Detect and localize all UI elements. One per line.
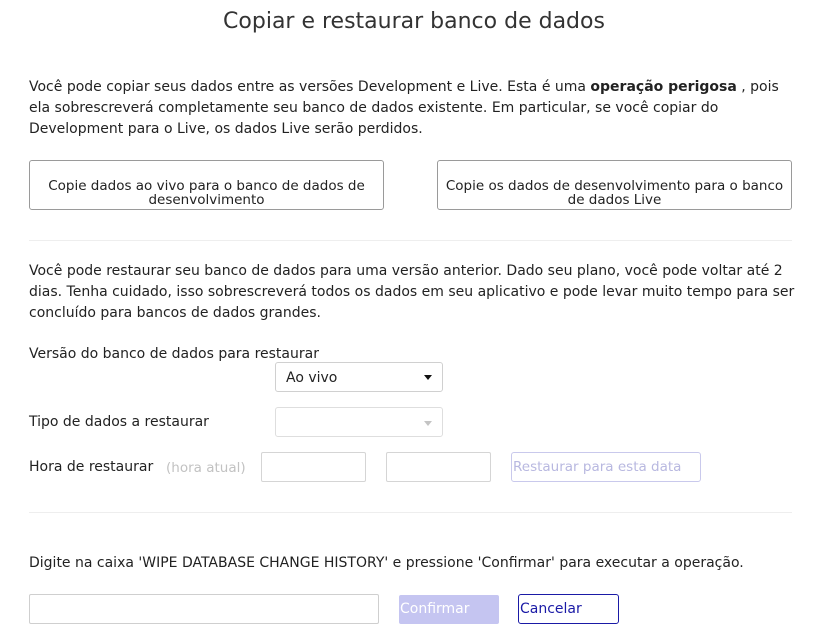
section-divider bbox=[29, 240, 792, 241]
confirmation-input[interactable] bbox=[29, 594, 379, 624]
restore-date-input[interactable] bbox=[261, 452, 366, 482]
restore-to-date-button[interactable]: Restaurar para esta data bbox=[511, 452, 701, 482]
version-select-value: Ao vivo bbox=[286, 370, 338, 386]
version-select[interactable]: Ao vivo bbox=[275, 362, 443, 392]
current-time-hint: (hora atual) bbox=[166, 460, 246, 476]
dangerous-operation-emphasis: operação perigosa bbox=[590, 79, 737, 95]
restore-time-input[interactable] bbox=[386, 452, 491, 482]
version-label: Versão do banco de dados para restaurar bbox=[29, 346, 319, 362]
section-divider bbox=[29, 512, 792, 513]
data-type-select[interactable] bbox=[275, 407, 443, 437]
chevron-down-icon bbox=[424, 421, 432, 426]
chevron-down-icon bbox=[424, 375, 432, 380]
copy-warning-text-start: Você pode copiar seus dados entre as ver… bbox=[29, 79, 591, 95]
confirm-button[interactable]: Confirmar bbox=[399, 595, 499, 624]
wipe-instruction: Digite na caixa 'WIPE DATABASE CHANGE HI… bbox=[29, 555, 744, 571]
copy-live-to-dev-button[interactable]: Copie dados ao vivo para o banco de dado… bbox=[29, 160, 384, 210]
cancel-button[interactable]: Cancelar bbox=[518, 594, 619, 624]
page-title: Copiar e restaurar banco de dados bbox=[223, 9, 605, 34]
data-type-label: Tipo de dados a restaurar bbox=[29, 414, 209, 430]
copy-dev-to-live-button[interactable]: Copie os dados de desenvolvimento para o… bbox=[437, 160, 792, 210]
restore-description: Você pode restaurar seu banco de dados p… bbox=[29, 263, 795, 321]
copy-warning-text: Você pode copiar seus dados entre as ver… bbox=[29, 77, 799, 140]
restore-time-label: Hora de restaurar bbox=[29, 459, 154, 475]
